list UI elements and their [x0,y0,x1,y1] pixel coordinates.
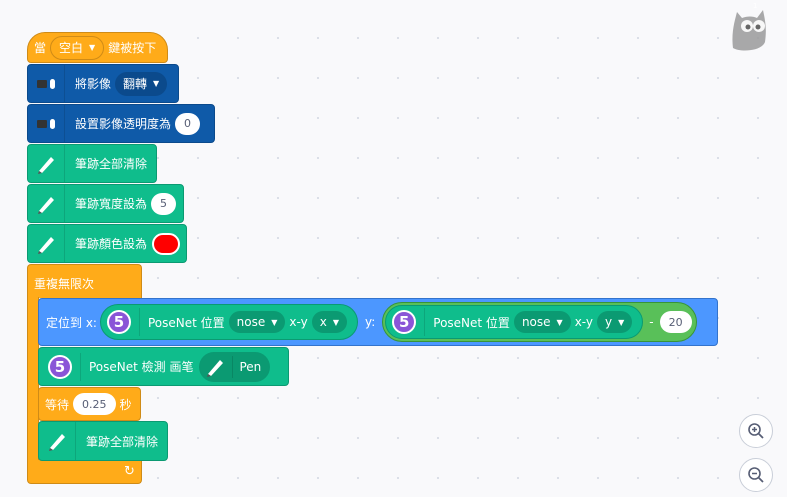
pen-color-block[interactable]: 筆跡顏色設為 [27,224,187,263]
video-sensing-icon [28,105,65,142]
flip-dropdown[interactable]: 翻轉 ▼ [115,71,168,96]
offset-input[interactable]: 20 [659,311,692,333]
axis-value: y [605,315,613,329]
y-label: y: [364,315,376,329]
key-value: 空白 [59,41,84,55]
bodypart-dropdown[interactable]: nose ▼ [228,311,286,333]
posenet-extension-icon: 5 [106,310,131,334]
forever-label: 重複無限次 [34,277,95,291]
divider [232,355,234,378]
sprite-badge: 1 [753,2,758,10]
key-dropdown[interactable]: 空白 ▼ [50,35,105,60]
coord-label: x-y [289,315,308,329]
zoom-out-button[interactable] [739,458,773,492]
subtract-operator[interactable]: 5 PoseNet 位置 nose ▼ x-y y ▼ - 20 [382,302,697,342]
sprite-cat-icon: 1 [727,2,775,52]
posenet-detect-block[interactable]: 5 PoseNet 檢測 画笔 Pen [38,347,289,386]
bodypart-value: nose [236,315,266,329]
wait-unit: 秒 [119,397,132,412]
pen-icon [207,359,224,377]
goto-label: 定位到 x: [46,315,97,330]
pen-icon [39,422,76,460]
divider [80,352,81,381]
pen-size-input[interactable]: 5 [151,192,177,215]
pen-icon [28,225,65,262]
wait-seconds-input[interactable]: 0.25 [73,393,116,415]
chevron-down-icon: ▼ [153,79,160,88]
minus-sign: - [649,315,654,329]
pen-clear-label: 筆跡全部清除 [75,157,148,171]
pen-clear-label: 筆跡全部清除 [86,434,159,449]
divider [138,308,140,336]
posenet-position-label: PoseNet 位置 [147,315,225,330]
goto-xy-block[interactable]: 定位到 x: 5 PoseNet 位置 nose ▼ x-y x ▼ y: 5 … [38,298,718,346]
pen-clear-block[interactable]: 筆跡全部清除 [27,144,157,183]
chevron-down-icon: ▼ [332,317,339,327]
posenet-detect-label: PoseNet 檢測 画笔 [89,360,194,374]
posenet-position-x-reporter[interactable]: 5 PoseNet 位置 nose ▼ x-y x ▼ [99,304,358,340]
bodypart-dropdown[interactable]: nose ▼ [513,311,571,333]
zoom-in-button[interactable] [739,414,773,448]
pen-size-label: 筆跡寬度設為 [75,197,148,211]
transparency-input[interactable]: 0 [175,112,201,135]
axis-value: x [319,315,327,329]
pen-size-block[interactable]: 筆跡寬度設為 5 [27,184,184,223]
posenet-extension-icon: 5 [48,354,72,379]
posenet-extension-icon: 5 [392,310,417,334]
zoom-out-icon [748,467,764,483]
wait-label: 等待 [45,397,70,412]
flip-option: 翻轉 [123,77,148,91]
video-sensing-icon [28,65,65,102]
chevron-down-icon: ▼ [618,317,625,327]
event-prefix: 當 [34,41,47,55]
when-key-pressed-block[interactable]: 當 空白 ▼ 鍵被按下 [27,32,168,63]
pen-color-swatch[interactable] [152,232,181,255]
pen-clear-block[interactable]: 筆跡全部清除 [38,421,168,461]
pen-icon [28,185,65,222]
axis-dropdown[interactable]: x ▼ [311,311,347,333]
chevron-down-icon: ▼ [271,317,278,327]
pen-icon [28,145,65,182]
pen-target-value: Pen [239,359,262,374]
bodypart-value: nose [521,315,551,329]
wait-block[interactable]: 等待 0.25 秒 [38,387,141,421]
loop-arrow-icon: ↻ [124,464,135,479]
video-transparency-block[interactable]: 設置影像透明度為 0 [27,104,215,143]
event-suffix: 鍵被按下 [108,41,157,55]
video-transparency-label: 設置影像透明度為 [75,117,172,131]
zoom-in-icon [748,423,764,439]
pen-color-label: 筆跡顏色設為 [75,237,148,251]
coord-label: x-y [574,315,594,329]
divider [424,308,426,336]
axis-dropdown[interactable]: y ▼ [597,311,633,333]
posenet-position-y-reporter[interactable]: 5 PoseNet 位置 nose ▼ x-y y ▼ [385,305,644,339]
chevron-down-icon: ▼ [556,317,563,327]
posenet-position-label: PoseNet 位置 [433,315,510,330]
video-flip-block[interactable]: 將影像 翻轉 ▼ [27,64,179,103]
video-flip-label: 將影像 [75,77,112,91]
chevron-down-icon: ▼ [89,43,96,52]
pen-target-menu[interactable]: Pen [199,351,271,382]
